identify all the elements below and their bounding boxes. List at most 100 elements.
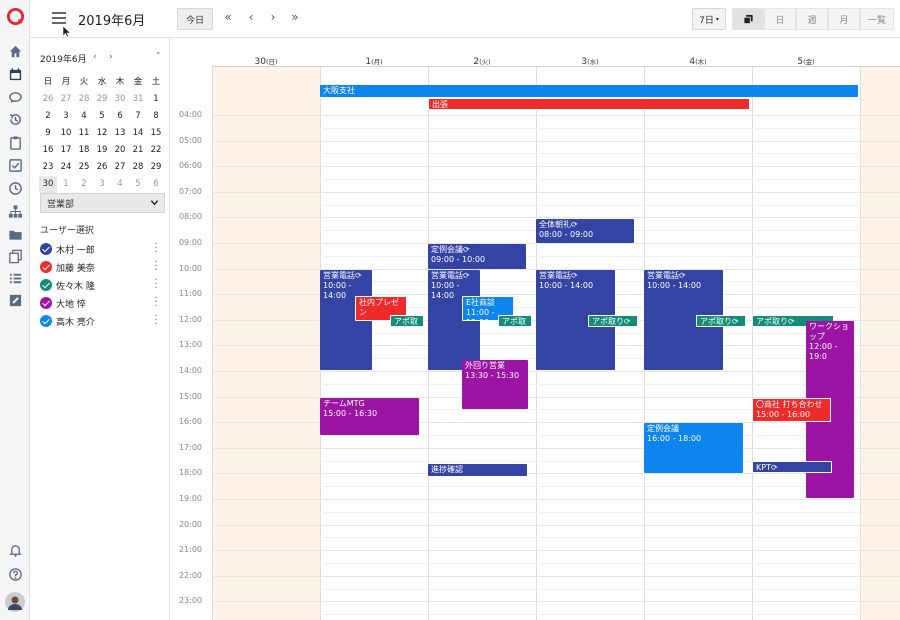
day-header[interactable]: 2(火) [428,56,536,70]
copy-icon[interactable] [7,248,23,264]
folder-icon[interactable] [7,226,23,242]
chat-icon[interactable] [7,89,23,105]
calendar-event[interactable]: KPT ⟳17:30 - 18:00 [752,461,832,473]
day-header[interactable]: 5(金) [752,56,860,70]
clock-icon[interactable] [7,180,23,196]
user-checkbox[interactable] [40,315,52,327]
mini-day[interactable]: 19 [93,142,111,159]
mini-day[interactable]: 18 [75,142,93,159]
mini-day[interactable]: 5 [93,108,111,125]
prev-button[interactable]: ‹ [243,10,259,24]
home-icon[interactable] [7,43,23,59]
mini-day[interactable]: 7 [129,108,147,125]
history-icon[interactable] [7,111,23,127]
day-header[interactable] [860,56,900,70]
user-row[interactable]: 木村 一郎 · · · [40,240,158,258]
mini-day[interactable]: 5 [129,176,147,193]
mini-day[interactable]: 30 [111,91,129,108]
mini-day[interactable]: 11 [75,125,93,142]
mini-day[interactable]: 6 [147,176,165,193]
calendar-event[interactable]: 進捗確認17:40 - 18:00 [428,464,527,476]
next-next-button[interactable]: » [287,10,303,24]
kebab-menu-icon[interactable]: · · · [154,312,158,330]
day-header[interactable]: 4(木) [644,56,752,70]
mini-day[interactable]: 25 [75,159,93,176]
user-checkbox[interactable] [40,279,52,291]
view-week[interactable]: 週 [796,8,828,30]
org-chart-icon[interactable] [7,203,23,219]
mini-day[interactable]: 1 [147,91,165,108]
mini-day[interactable]: 14 [129,125,147,142]
user-row[interactable]: 加藤 美奈 · · · [40,258,158,276]
mini-day[interactable]: 26 [93,159,111,176]
user-checkbox[interactable] [40,261,52,273]
kebab-menu-icon[interactable]: · · · [154,294,158,312]
view-month[interactable]: 月 [828,8,860,30]
mini-day[interactable]: 27 [57,91,75,108]
mini-next-button[interactable]: › [109,52,113,62]
calendar-event[interactable]: 定例会議 ⟳ 09:00 - 10:00 [428,244,526,269]
user-row[interactable]: 佐々木 隆 · · · [40,276,158,294]
allday-event[interactable]: 出張 [428,98,750,110]
mini-day[interactable]: 30 [39,176,57,193]
collapse-icon[interactable]: ˄ [156,52,161,62]
mini-day[interactable]: 4 [111,176,129,193]
next-button[interactable]: › [265,10,281,24]
mini-day[interactable]: 13 [111,125,129,142]
clipboard-icon[interactable] [7,134,23,150]
mini-day[interactable]: 6 [111,108,129,125]
mini-day[interactable]: 29 [147,159,165,176]
mini-day[interactable]: 22 [147,142,165,159]
mini-day[interactable]: 31 [129,91,147,108]
menu-icon[interactable] [52,12,66,24]
user-checkbox[interactable] [40,297,52,309]
day-header[interactable]: 30(日) [212,56,320,70]
calendar-icon[interactable] [7,66,23,82]
app-logo-icon[interactable] [6,7,25,26]
bell-icon[interactable] [7,542,23,558]
user-row[interactable]: 大地 悴 · · · [40,294,158,312]
mini-day[interactable]: 1 [57,176,75,193]
mini-day[interactable]: 28 [129,159,147,176]
mini-day[interactable]: 20 [111,142,129,159]
calendar-event[interactable]: アポ取り ⟳ [588,315,638,327]
kebab-menu-icon[interactable]: · · · [154,240,158,258]
mini-day[interactable]: 2 [39,108,57,125]
mini-day[interactable]: 16 [39,142,57,159]
prev-prev-button[interactable]: « [220,10,236,24]
note-edit-icon[interactable] [7,292,23,308]
mini-day[interactable]: 8 [147,108,165,125]
calendar-event[interactable]: アポ取り ⟳ [498,315,532,327]
mini-day[interactable]: 10 [57,125,75,142]
view-multi-user[interactable] [732,8,764,30]
mini-day[interactable]: 3 [93,176,111,193]
day-header[interactable]: 1(月) [320,56,428,70]
view-day[interactable]: 日 [764,8,796,30]
view-list[interactable]: 一覧 [860,8,894,30]
mini-day[interactable]: 9 [39,125,57,142]
task-check-icon[interactable] [7,157,23,173]
calendar-event[interactable]: チームMTG 15:00 - 16:30 [320,398,419,435]
mini-prev-button[interactable]: ‹ [93,52,97,62]
mini-day[interactable]: 26 [39,91,57,108]
mini-day[interactable]: 12 [93,125,111,142]
mini-day[interactable]: 15 [147,125,165,142]
kebab-menu-icon[interactable]: · · · [154,258,158,276]
mini-day[interactable]: 28 [75,91,93,108]
range-select[interactable]: 7日 ▾ [692,8,726,30]
mini-day[interactable]: 27 [111,159,129,176]
calendar-event[interactable]: アポ取り ⟳ [696,315,746,327]
mini-day[interactable]: 29 [93,91,111,108]
user-row[interactable]: 高木 亮介 · · · [40,312,158,330]
calendar-event[interactable]: 〇商社 打ち合わせ 15:00 - 16:00 [752,398,831,422]
mini-day[interactable]: 3 [57,108,75,125]
calendar-event[interactable]: 全体朝礼 ⟳ 08:00 - 09:00 [536,219,634,243]
avatar[interactable] [5,592,25,612]
mini-day[interactable]: 24 [57,159,75,176]
day-header[interactable]: 3(水) [536,56,644,70]
kebab-menu-icon[interactable]: · · · [154,276,158,294]
group-select[interactable]: 営業部 [40,193,165,213]
mini-day[interactable]: 23 [39,159,57,176]
mini-day[interactable]: 4 [75,108,93,125]
calendar-event[interactable]: 定例会議 16:00 - 18:00 [644,423,743,473]
